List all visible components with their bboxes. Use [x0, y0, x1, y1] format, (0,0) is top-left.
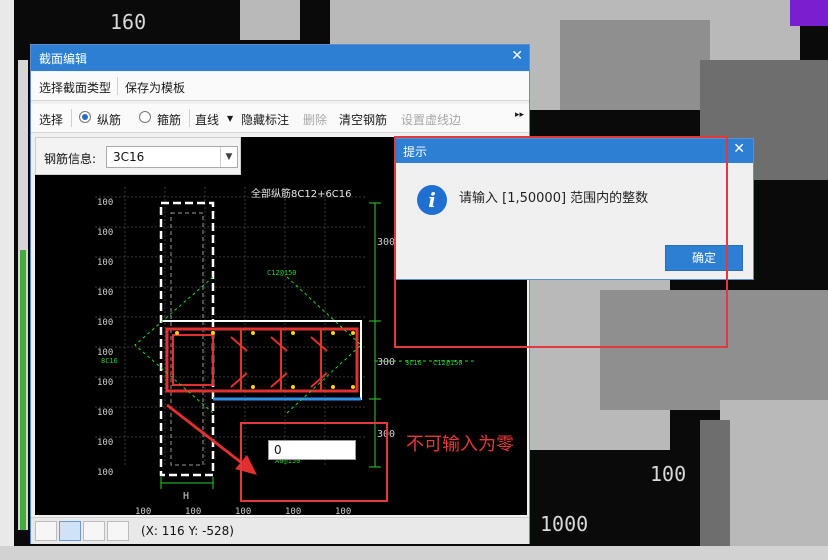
- svg-text:100: 100: [285, 507, 301, 515]
- svg-text:100: 100: [97, 378, 113, 388]
- bg-dim-label: 100: [650, 462, 687, 486]
- svg-text:100: 100: [97, 258, 113, 268]
- rebar-info-select[interactable]: 3C16 ▼: [106, 146, 238, 168]
- svg-text:100: 100: [97, 318, 113, 328]
- left-tag-label: 8C16: [101, 357, 118, 365]
- svg-text:100: 100: [135, 507, 151, 515]
- tool-clear-rebar[interactable]: 清空钢筋: [339, 111, 387, 128]
- close-icon[interactable]: ✕: [511, 48, 523, 64]
- chevron-down-icon[interactable]: ▼: [227, 114, 233, 123]
- chevron-right-icon[interactable]: ▸▸: [515, 110, 524, 120]
- annotation-box-input: [240, 422, 388, 502]
- canvas-top-label: 全部纵筋8C12+6C16: [251, 187, 352, 200]
- dim-300-label: 300: [377, 237, 395, 248]
- snap-perp-icon[interactable]: [83, 521, 105, 541]
- editor-status-bar: (X: 116 Y: -528): [31, 517, 529, 544]
- svg-text:100: 100: [97, 438, 113, 448]
- editor-menu-bar: 选择截面类型 保存为模板: [31, 72, 529, 101]
- annotation-text: 不可输入为零: [406, 434, 514, 455]
- svg-text:100: 100: [97, 288, 113, 298]
- tool-set-dashed-edge[interactable]: 设置虚线边: [401, 111, 461, 128]
- snap-plus-icon[interactable]: [107, 521, 129, 541]
- rebar-info-value: 3C16: [113, 150, 145, 164]
- tool-stirrup-label[interactable]: 箍筋: [157, 111, 181, 128]
- stirrup-top-label: C12@150: [267, 269, 297, 277]
- rebar-info-panel: 钢筋信息: 3C16 ▼: [35, 137, 241, 175]
- svg-text:300: 300: [377, 357, 395, 368]
- radio-stirrup[interactable]: [139, 111, 151, 123]
- editor-title: 截面编辑: [39, 52, 88, 66]
- tool-select[interactable]: 选择: [39, 111, 63, 128]
- svg-text:100: 100: [235, 507, 251, 515]
- svg-text:100: 100: [97, 468, 113, 478]
- tool-longitudinal-label[interactable]: 纵筋: [97, 111, 121, 128]
- menu-select-section-type[interactable]: 选择截面类型: [39, 79, 111, 96]
- editor-title-bar[interactable]: 截面编辑 ✕: [31, 45, 529, 71]
- chevron-down-icon[interactable]: ▼: [220, 147, 237, 167]
- snap-ortho-icon[interactable]: [35, 521, 57, 541]
- close-icon[interactable]: ✕: [733, 141, 745, 157]
- tool-hide-labels[interactable]: 隐藏标注: [241, 111, 289, 128]
- radio-longitudinal[interactable]: [79, 111, 91, 123]
- rebar-info-label: 钢筋信息:: [44, 152, 97, 166]
- svg-text:100: 100: [97, 228, 113, 238]
- editor-toolbar: 选择 纵筋 箍筋 直线 ▼ 隐藏标注 删除 清空钢筋 设置虚线边 ▸▸: [31, 104, 529, 133]
- right-tag-label: 3C16: [405, 359, 422, 367]
- tool-delete[interactable]: 删除: [303, 111, 327, 128]
- annotation-box-dialog: [394, 136, 728, 348]
- dim-label: 100: [97, 198, 113, 208]
- stirrup-right-label: C12@150: [433, 359, 463, 367]
- svg-text:100: 100: [97, 408, 113, 418]
- bg-dim-label: 160: [110, 10, 147, 34]
- svg-text:100: 100: [185, 507, 201, 515]
- coordinate-readout: (X: 116 Y: -528): [141, 524, 234, 538]
- bg-dim-label: 1000: [540, 512, 589, 536]
- svg-text:100: 100: [335, 507, 351, 515]
- menu-save-template[interactable]: 保存为模板: [125, 79, 185, 96]
- tool-line-dropdown[interactable]: 直线: [195, 111, 219, 128]
- dim-h-label: H: [183, 491, 189, 502]
- snap-polar-icon[interactable]: [59, 521, 81, 541]
